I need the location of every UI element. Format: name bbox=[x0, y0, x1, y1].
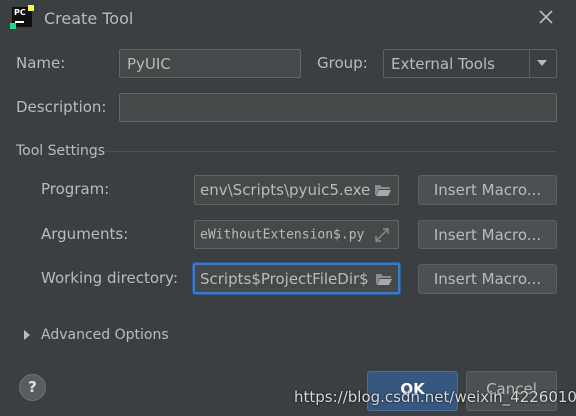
title-bar: PC Create Tool bbox=[0, 0, 576, 37]
group-dropdown[interactable]: External Tools bbox=[383, 49, 557, 78]
name-input[interactable]: PyUIC bbox=[119, 49, 301, 78]
group-label: Group: bbox=[317, 54, 368, 72]
description-label: Description: bbox=[16, 98, 107, 116]
arguments-input-value: eWithoutExtension$.py bbox=[200, 227, 365, 242]
expand-triangle-icon[interactable] bbox=[24, 330, 30, 340]
expand-icon[interactable] bbox=[374, 227, 392, 243]
working-directory-input[interactable]: Scripts$ProjectFileDir$ bbox=[193, 263, 400, 294]
pycharm-logo-icon: PC bbox=[10, 5, 34, 29]
watermark: https://blog.csdn.net/weixin_42260102 bbox=[294, 388, 576, 406]
program-label: Program: bbox=[41, 180, 110, 198]
name-input-value: PyUIC bbox=[127, 54, 171, 73]
program-insert-macro-button[interactable]: Insert Macro... bbox=[418, 175, 557, 205]
arguments-label: Arguments: bbox=[41, 225, 129, 243]
folder-icon[interactable] bbox=[374, 182, 392, 198]
advanced-options-toggle[interactable]: Advanced Options bbox=[41, 327, 169, 343]
arguments-input[interactable]: eWithoutExtension$.py bbox=[194, 220, 399, 249]
program-input-value: env\Scripts\pyuic5.exe bbox=[200, 181, 371, 199]
section-divider bbox=[106, 151, 556, 152]
working-directory-insert-macro-button[interactable]: Insert Macro... bbox=[418, 264, 557, 294]
working-directory-input-value: Scripts$ProjectFileDir$ bbox=[200, 269, 369, 288]
description-input[interactable] bbox=[119, 93, 557, 122]
dialog-title: Create Tool bbox=[44, 9, 134, 28]
arguments-insert-macro-button[interactable]: Insert Macro... bbox=[418, 220, 557, 249]
chevron-down-icon[interactable] bbox=[537, 60, 547, 66]
folder-icon[interactable] bbox=[375, 271, 393, 287]
group-dropdown-value: External Tools bbox=[391, 55, 495, 73]
program-input[interactable]: env\Scripts\pyuic5.exe bbox=[194, 175, 399, 205]
close-icon[interactable] bbox=[536, 7, 556, 27]
tool-settings-header: Tool Settings bbox=[16, 143, 106, 159]
name-label: Name: bbox=[16, 54, 66, 72]
working-directory-label: Working directory: bbox=[41, 269, 179, 287]
help-button[interactable]: ? bbox=[19, 374, 46, 401]
